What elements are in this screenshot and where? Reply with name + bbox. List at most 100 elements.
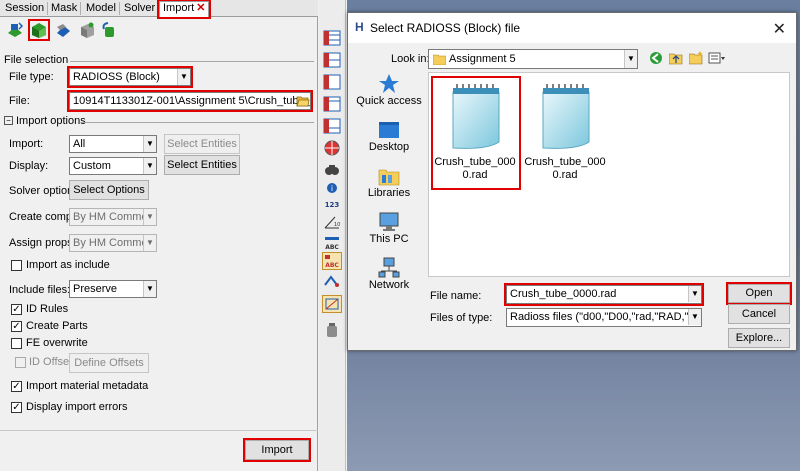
places-bar: Quick access Desktop Libraries This PC N…	[354, 73, 424, 303]
chevron-down-icon[interactable]: ▼	[688, 286, 701, 302]
new-folder-icon[interactable]	[689, 51, 703, 65]
place-quick-access[interactable]: Quick access	[354, 73, 424, 107]
angle-icon[interactable]: 10°	[323, 214, 341, 230]
select-entities-button-disabled[interactable]: Select Entities	[164, 134, 240, 154]
file-item[interactable]: Crush_tube_0000.rad	[523, 78, 607, 188]
import-model-icon[interactable]	[6, 21, 24, 39]
info-icon[interactable]: i	[323, 182, 341, 198]
tab-solver[interactable]: Solver	[121, 2, 160, 15]
assign-props-label: Assign props:	[9, 237, 76, 249]
mesh-icon[interactable]	[323, 140, 341, 156]
display-import-errors-checkbox[interactable]: ✓	[11, 402, 22, 413]
chevron-down-icon[interactable]: ▼	[143, 281, 156, 297]
transform-icon[interactable]	[323, 273, 341, 289]
chevron-down-icon[interactable]: ▼	[177, 69, 190, 85]
chevron-down-icon[interactable]: ▼	[624, 50, 637, 68]
import-cad-icon[interactable]	[54, 21, 72, 39]
chevron-down-icon[interactable]: ▼	[143, 209, 156, 225]
file-item[interactable]: Crush_tube_0000.rad	[431, 76, 521, 190]
import-button[interactable]: Import	[243, 438, 311, 462]
place-libraries[interactable]: Libraries	[354, 165, 424, 199]
set-table-icon[interactable]	[323, 96, 341, 112]
select-options-button[interactable]: Select Options	[69, 180, 149, 200]
network-icon	[378, 257, 400, 278]
file-open-dialog: H Select RADIOSS (Block) file ✕ Look in:…	[347, 12, 797, 351]
open-button[interactable]: Open	[726, 282, 792, 305]
tab-session[interactable]: Session	[2, 2, 49, 15]
include-files-dropdown[interactable]: Preserve ▼	[69, 280, 157, 298]
mass-icon[interactable]	[323, 322, 341, 338]
svg-text:ABC: ABC	[325, 262, 339, 269]
chevron-down-icon[interactable]: ▼	[143, 136, 156, 152]
svg-text:ABC: ABC	[325, 244, 339, 251]
load-table-icon[interactable]	[323, 118, 341, 134]
file-path-field[interactable]: 10914T113301Z-001\Assignment 5\Crush_tub…	[67, 90, 313, 112]
display-label: Display:	[9, 160, 49, 172]
up-folder-icon[interactable]	[669, 51, 683, 65]
place-label: Libraries	[367, 187, 411, 199]
create-comps-dropdown[interactable]: By HM Comments ▼	[69, 208, 157, 226]
tab-import[interactable]: Import ✕	[156, 0, 212, 19]
open-folder-icon[interactable]	[296, 94, 310, 108]
import-panel: Session Mask Model Solver Import ✕ File s…	[0, 0, 318, 471]
find-icon[interactable]	[323, 162, 341, 178]
application-window: Session Mask Model Solver Import ✕ File s…	[0, 0, 800, 471]
annotation-icon[interactable]: ABC	[322, 252, 342, 270]
id-rules-checkbox[interactable]: ✓	[11, 304, 22, 315]
place-this-pc[interactable]: This PC	[354, 211, 424, 245]
cancel-button[interactable]: Cancel	[728, 304, 790, 324]
look-in-value: Assignment 5	[449, 53, 516, 65]
file-selection-heading: File selection	[4, 54, 69, 66]
select-entities-button[interactable]: Select Entities	[164, 155, 240, 175]
files-of-type-dropdown[interactable]: Radioss files ("d00,"D00,"rad,"RAD,"d01,…	[506, 308, 702, 327]
import-value: All	[73, 138, 86, 150]
tab-mask[interactable]: Mask	[48, 2, 82, 15]
import-material-metadata-checkbox[interactable]: ✓	[11, 381, 22, 392]
close-tab-icon[interactable]: ✕	[196, 2, 205, 14]
import-dropdown[interactable]: All ▼	[69, 135, 157, 153]
explore-button[interactable]: Explore...	[728, 328, 790, 348]
svg-text:123: 123	[325, 201, 340, 209]
material-table-icon[interactable]	[323, 74, 341, 90]
chevron-down-icon[interactable]: ▼	[143, 158, 156, 174]
look-in-dropdown[interactable]: Assignment 5 ▼	[428, 49, 638, 69]
component-table-icon[interactable]	[323, 30, 341, 46]
id-offset-label: ID Offset	[29, 356, 73, 368]
divider	[82, 122, 314, 123]
display-import-errors-label: Display import errors	[26, 401, 128, 413]
import-connectors-icon[interactable]	[100, 21, 118, 39]
numbers-icon[interactable]: 123	[323, 197, 341, 213]
property-table-icon[interactable]	[323, 52, 341, 68]
file-name-input[interactable]: Crush_tube_0000.rad ▼	[504, 283, 704, 306]
collapse-icon[interactable]: −	[4, 116, 13, 125]
import-as-include-label: Import as include	[26, 259, 110, 271]
place-desktop[interactable]: Desktop	[354, 119, 424, 153]
back-icon[interactable]	[649, 51, 663, 65]
id-offset-checkbox[interactable]	[15, 357, 26, 368]
close-icon[interactable]: ✕	[773, 19, 786, 39]
measure-icon[interactable]	[322, 295, 342, 313]
divider	[0, 430, 318, 431]
library-icon	[378, 169, 400, 186]
chevron-down-icon[interactable]: ▼	[688, 309, 701, 325]
display-dropdown[interactable]: Custom ▼	[69, 157, 157, 175]
assign-props-dropdown[interactable]: By HM Comments ▼	[69, 234, 157, 252]
display-value: Custom	[73, 160, 111, 172]
import-geometry-icon[interactable]	[78, 21, 96, 39]
vertical-toolbar: i 123 10° ABC ABC	[319, 0, 346, 471]
define-offsets-button[interactable]: Define Offsets	[69, 353, 149, 373]
chevron-down-icon[interactable]: ▼	[143, 235, 156, 251]
place-network[interactable]: Network	[354, 257, 424, 291]
create-parts-checkbox[interactable]: ✓	[11, 321, 22, 332]
file-type-value: RADIOSS (Block)	[73, 71, 160, 83]
import-solver-deck-icon[interactable]	[28, 19, 50, 41]
computer-icon	[379, 212, 399, 231]
import-label: Import:	[9, 138, 44, 150]
file-type-dropdown[interactable]: RADIOSS (Block) ▼	[67, 66, 193, 88]
fe-overwrite-checkbox[interactable]	[11, 338, 22, 349]
place-label: Quick access	[356, 95, 422, 107]
import-as-include-checkbox[interactable]	[11, 260, 22, 271]
view-menu-icon[interactable]	[708, 51, 726, 65]
tab-model[interactable]: Model	[83, 2, 120, 15]
text-label-icon[interactable]: ABC	[323, 235, 341, 251]
